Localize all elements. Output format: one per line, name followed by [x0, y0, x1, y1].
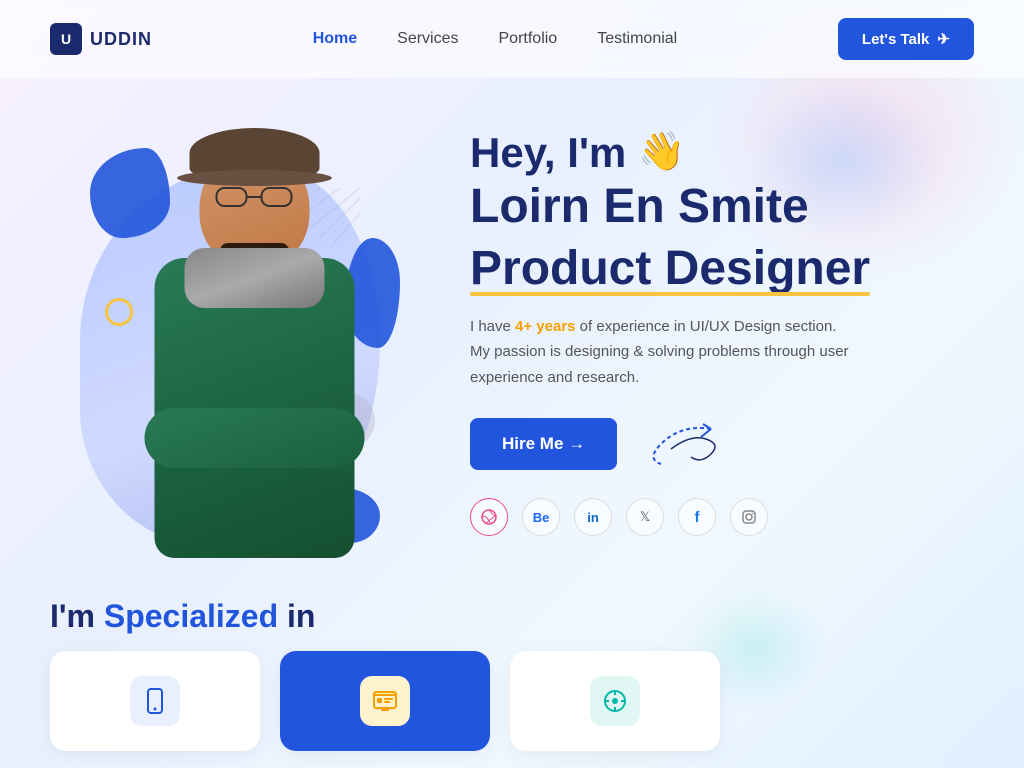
nav-link-home[interactable]: Home: [313, 30, 357, 47]
nav-link-portfolio[interactable]: Portfolio: [499, 30, 558, 47]
navbar: U UDDIN Home Services Portfolio Testimon…: [0, 0, 1024, 78]
service-card-ux[interactable]: [510, 651, 720, 751]
hero-content: Hey, I'm 👋 Loirn En Smite Product Design…: [470, 98, 974, 536]
ux-icon: [590, 676, 640, 726]
hero-role: Product Designer: [470, 240, 870, 298]
send-icon: ✈: [937, 30, 950, 48]
specialized-cards: [50, 651, 974, 751]
specialized-section: I'm Specialized in: [0, 578, 1024, 751]
hero-section: Hey, I'm 👋 Loirn En Smite Product Design…: [0, 78, 1024, 578]
logo-icon: U: [50, 23, 82, 55]
wave-emoji: 👋: [638, 130, 685, 176]
hero-image-area: [50, 98, 430, 578]
twitter-icon: 𝕏: [640, 509, 650, 525]
person-hat-brim: [177, 170, 332, 186]
person-scarf: [185, 248, 325, 308]
logo[interactable]: U UDDIN: [50, 23, 152, 55]
facebook-icon: f: [695, 509, 700, 526]
hire-me-label: Hire Me →: [502, 434, 585, 454]
social-facebook[interactable]: f: [678, 498, 716, 536]
hero-name: Loirn En Smite: [470, 178, 974, 236]
person-arms: [145, 408, 365, 468]
nav-link-services[interactable]: Services: [397, 30, 458, 47]
person-image: [110, 138, 400, 578]
specialized-prefix: I'm: [50, 598, 104, 634]
person-glasses: [215, 186, 295, 208]
lets-talk-button[interactable]: Let's Talk ✈: [838, 18, 974, 60]
specialized-suffix: in: [287, 598, 315, 634]
behance-icon: Be: [533, 510, 550, 525]
page-wrapper: U UDDIN Home Services Portfolio Testimon…: [0, 0, 1024, 768]
social-behance[interactable]: Be: [522, 498, 560, 536]
specialized-title: I'm Specialized in: [50, 598, 974, 635]
signature-arrow: [641, 419, 741, 469]
service-card-web[interactable]: [280, 651, 490, 751]
hire-me-button[interactable]: Hire Me →: [470, 418, 617, 470]
linkedin-icon: in: [587, 510, 599, 525]
person-silhouette: [125, 148, 385, 578]
arrow-signature: [641, 419, 741, 469]
instagram-icon: [741, 509, 757, 525]
experience-highlight: 4+ years: [515, 318, 575, 335]
social-links: Be in 𝕏 f: [470, 498, 974, 536]
hero-description: I have 4+ years of experience in UI/UX D…: [470, 314, 850, 391]
nav-link-testimonial[interactable]: Testimonial: [597, 30, 677, 47]
specialized-keyword: Specialized: [104, 598, 278, 634]
hero-role-wrapper: Product Designer: [470, 240, 974, 298]
hero-greeting: Hey, I'm 👋: [470, 128, 974, 178]
mobile-icon: [130, 676, 180, 726]
social-dribbble[interactable]: [470, 498, 508, 536]
web-icon: [360, 676, 410, 726]
logo-text: UDDIN: [90, 29, 152, 50]
social-instagram[interactable]: [730, 498, 768, 536]
social-twitter[interactable]: 𝕏: [626, 498, 664, 536]
hero-actions: Hire Me →: [470, 418, 974, 470]
social-linkedin[interactable]: in: [574, 498, 612, 536]
greeting-text: Hey, I'm: [470, 128, 626, 178]
service-card-mobile[interactable]: [50, 651, 260, 751]
lets-talk-label: Let's Talk: [862, 31, 929, 48]
nav-links: Home Services Portfolio Testimonial: [313, 30, 678, 48]
